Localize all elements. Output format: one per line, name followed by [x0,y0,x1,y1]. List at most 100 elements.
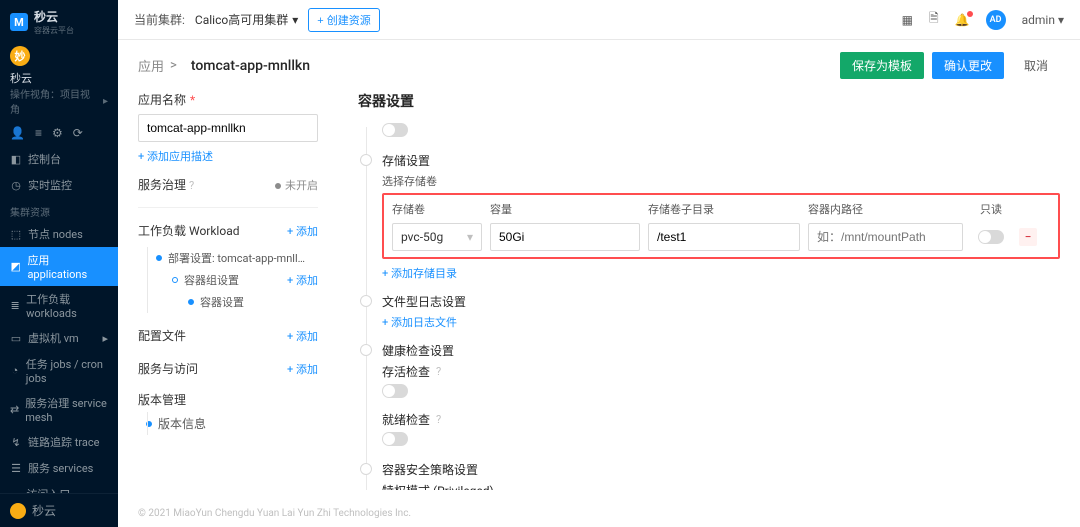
brand-tagline: 容器云平台 [34,25,74,36]
sidebar-item[interactable]: ◩应用 applications [0,247,118,286]
cluster-label: 当前集群: [134,11,185,28]
nav-icon: ▭ [10,332,22,345]
timeline-node-icon [360,344,372,356]
sidebar-item[interactable]: ◔任务 jobs / cron jobs [0,351,118,390]
nav-label: 控制台 [28,151,61,167]
th-subpath: 存储卷子目录 [648,201,800,217]
liveness-label: 存活检查 [382,363,430,380]
nav-icon: ◧ [10,153,22,166]
user-badge[interactable]: AD [986,10,1006,30]
config-file-title: 配置文件 [138,327,186,344]
th-volume: 存储卷 [392,201,482,217]
app-name-label: 应用名称* [138,91,318,108]
tree-container-group[interactable]: 容器组设置 + 添加 [138,269,318,291]
sidebar-tools: 👤 ≡ ⚙ ⟳ [0,122,118,146]
role-line: 操作视角：项目视角 [10,86,99,116]
toggle-prev[interactable] [382,123,408,137]
bars-icon[interactable]: ≡ [35,126,42,140]
tree-version-info[interactable]: 版本信息 [138,412,318,435]
sidebar-item[interactable]: ▭虚拟机 vm▸ [0,325,118,351]
breadcrumb: 应用 > tomcat-app-mnllkn 保存为模板 确认更改 取消 [118,40,1080,91]
gear-icon[interactable]: ⚙ [52,126,63,140]
volume-select[interactable]: pvc-50g ▾ [392,223,482,251]
nav-icon: ☰ [10,462,22,475]
workload-title: 工作负载 Workload [138,222,240,239]
add-service-access-link[interactable]: + 添加 [287,361,318,377]
add-storage-dir-link[interactable]: + 添加存储目录 [382,265,1060,281]
privileged-label: 特权模式 (Privileged) [382,482,494,490]
doc-icon[interactable]: 🗎 [929,9,939,30]
add-workload-link[interactable]: + 添加 [287,223,318,239]
app-name-input[interactable] [138,114,318,142]
service-gov-status: 未开启 [285,179,318,192]
cancel-button[interactable]: 取消 [1012,52,1060,79]
footer-label: 秒云 [32,502,56,519]
chevron-down-icon: ▾ [292,13,298,27]
tree-deploy[interactable]: 部署设置: tomcat-app-mnllkn-deploy-0 [138,247,318,269]
nav-icon: ↯ [10,436,22,449]
right-panel: 容器设置 存储设置 选择存储卷 存储卷 容量 存储卷子目录 [318,91,1060,490]
nav-label: 访问入口 ingresses [26,486,108,493]
add-description-link[interactable]: + 添加应用描述 [138,148,318,164]
capacity-input[interactable] [490,223,640,251]
help-icon[interactable]: ? [436,413,441,426]
subpath-input[interactable] [648,223,800,251]
mountpath-input[interactable] [808,223,963,251]
sidebar: M 秒云 容器云平台 妙 秒云 操作视角：项目视角 ▸ 👤 ≡ ⚙ ⟳ ◧ 控制台… [0,0,118,527]
nav-label: 节点 nodes [28,226,83,242]
health-check-title: 健康检查设置 [382,342,1060,359]
breadcrumb-root[interactable]: 应用 [138,56,164,75]
sidebar-item[interactable]: ⇲访问入口 ingresses [0,481,118,493]
nav-label: 虚拟机 vm [28,330,79,346]
sidebar-item[interactable]: ⬚ 节点 nodes [0,221,118,247]
footer-copyright: © 2021 MiaoYun Chengdu Yuan Lai Yun Zhi … [118,500,1080,527]
nav-label: 服务 services [28,460,93,476]
storage-volume-row-highlight: 存储卷 容量 存储卷子目录 容器内路径 只读 pvc-50g [382,193,1060,259]
help-icon[interactable]: ? [436,365,441,378]
brand-name: 秒云 [34,8,74,25]
sidebar-item[interactable]: ≣ 工作负载 workloads [0,286,118,325]
readiness-toggle[interactable] [382,432,408,446]
username[interactable]: admin ▾ [1022,13,1064,27]
readonly-toggle[interactable] [978,230,1004,244]
nav-icon: ≣ [10,299,20,312]
nav-label: 应用 applications [27,252,108,281]
avatar[interactable]: 妙 [10,46,30,66]
refresh-icon[interactable]: ⟳ [73,126,83,140]
service-gov-label: 服务治理 [138,178,186,192]
grid-icon[interactable]: ▦ [902,13,913,27]
footer-avatar-icon [10,503,26,519]
sidebar-item[interactable]: ◧ 控制台 [0,146,118,172]
liveness-toggle[interactable] [382,384,408,398]
nav-label: 工作负载 workloads [26,291,108,320]
help-icon[interactable]: ? [189,179,194,192]
add-container-group-link[interactable]: + 添加 [287,272,318,288]
add-config-file-link[interactable]: + 添加 [287,328,318,344]
th-mountpath: 容器内路径 [808,201,963,217]
chevron-down-icon: ▾ [1058,13,1064,27]
storage-settings-label: 存储设置 [382,152,1060,169]
add-log-file-link[interactable]: + 添加日志文件 [382,314,1060,330]
timeline-node-icon [360,295,372,307]
sidebar-item[interactable]: ◷ 实时监控 [0,172,118,198]
brand: M 秒云 容器云平台 [0,0,118,40]
delete-row-button[interactable]: − [1019,228,1037,246]
nav-label: 任务 jobs / cron jobs [26,356,108,385]
sidebar-item[interactable]: ☰ 服务 services [0,455,118,481]
create-resource-button[interactable]: + 创建资源 [308,8,379,32]
nav-label: 实时监控 [28,177,72,193]
chevron-right-icon[interactable]: ▸ [103,96,108,107]
save-template-button[interactable]: 保存为模板 [840,52,924,79]
nav-icon: ⬚ [10,228,22,241]
user-icon[interactable]: 👤 [10,126,25,140]
nav-icon: ⇄ [10,403,19,416]
version-mgmt-title: 版本管理 [138,391,318,408]
sidebar-item[interactable]: ↯链路追踪 trace [0,429,118,455]
bell-icon[interactable]: 🔔 [955,13,970,27]
confirm-button[interactable]: 确认更改 [932,52,1004,79]
cluster-select[interactable]: Calico高可用集群 ▾ [195,11,298,28]
nav-icon: ◷ [10,179,22,192]
sidebar-item[interactable]: ⇄服务治理 service mesh [0,390,118,429]
service-access-title: 服务与访问 [138,360,198,377]
tree-container-setting[interactable]: 容器设置 [138,291,318,313]
